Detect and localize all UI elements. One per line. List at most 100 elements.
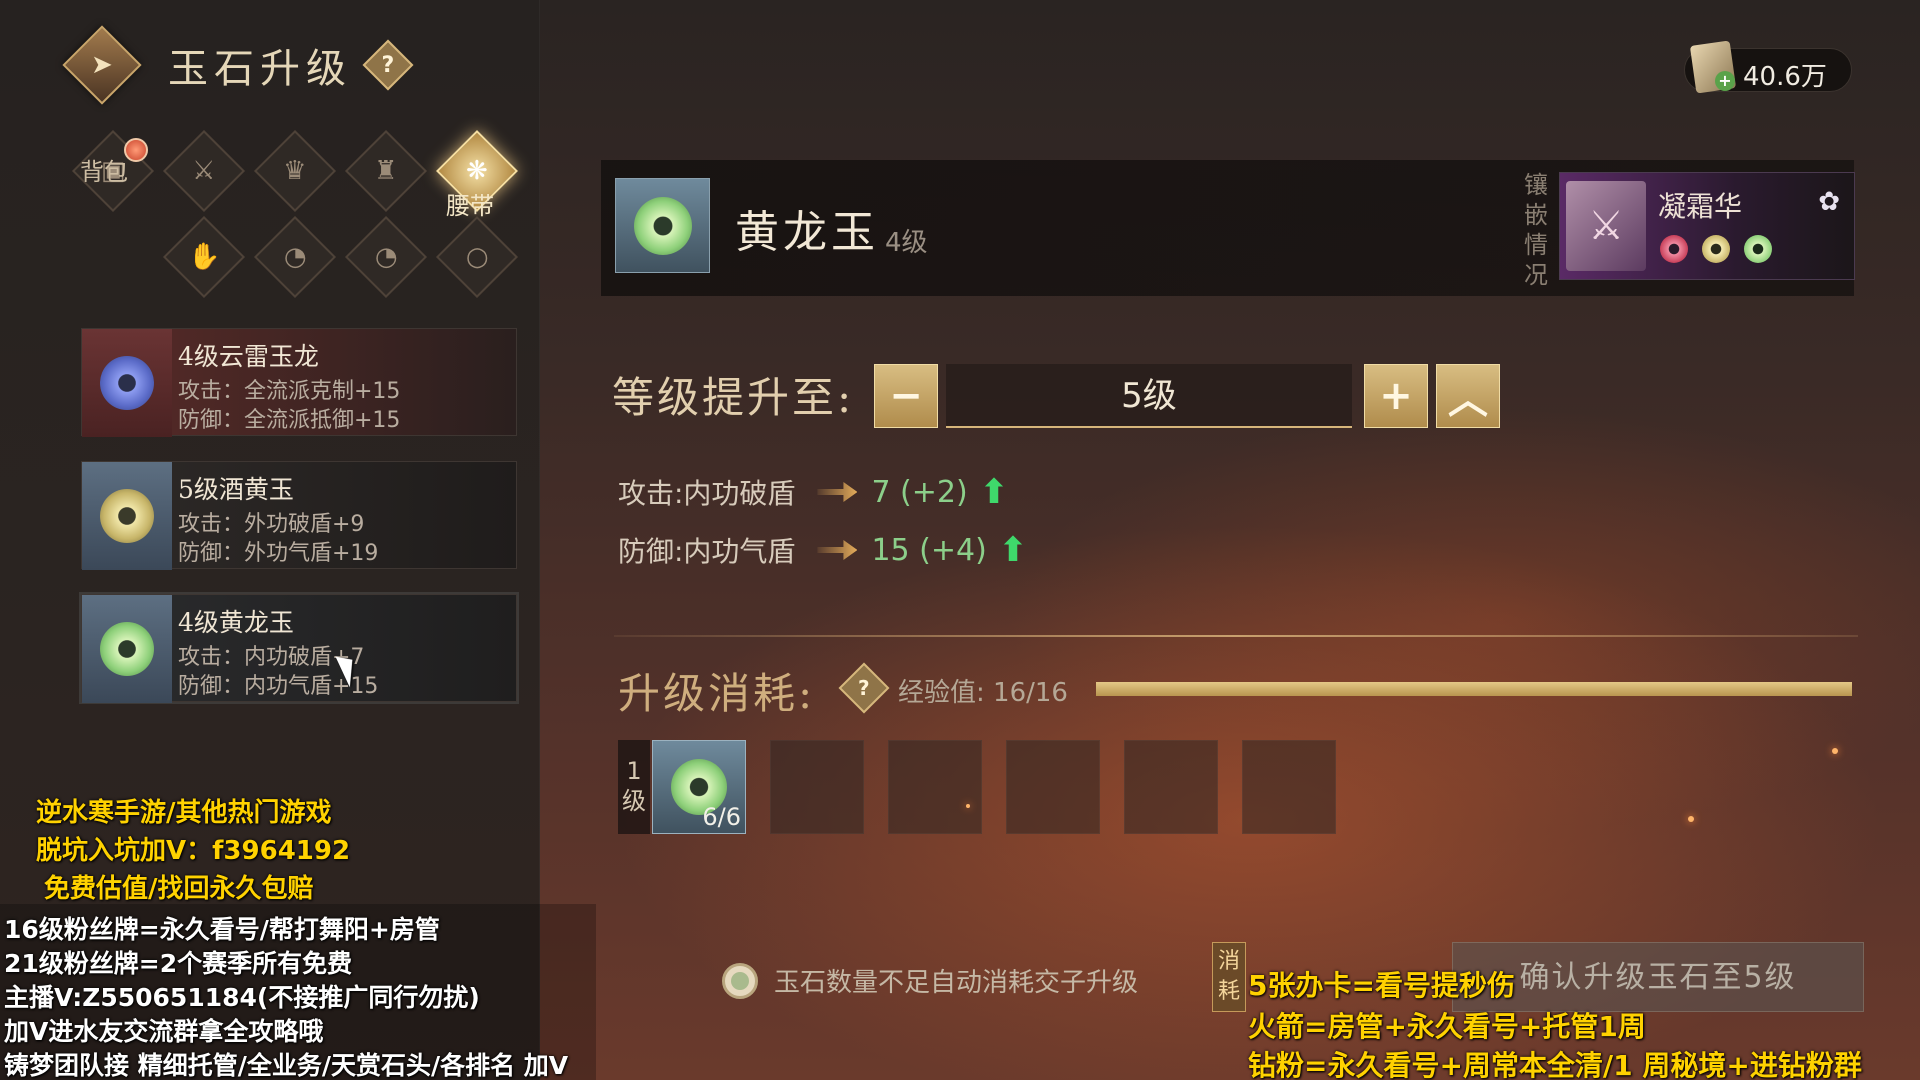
back-button[interactable]: ➤: [62, 25, 142, 105]
help-icon: ?: [381, 52, 395, 78]
minus-icon: −: [889, 373, 923, 419]
empty-material-slot[interactable]: [1006, 740, 1100, 834]
arrow-up-icon: ⬆: [998, 530, 1028, 570]
jade-name: 4级云雷玉龙: [178, 342, 319, 371]
stream-overlay-line: 21级粉丝牌=2个赛季所有免费: [4, 949, 353, 978]
helmet-icon: ♛: [283, 156, 307, 186]
material-count: 6/6: [702, 803, 741, 831]
slot-weapon[interactable]: ⚔: [162, 129, 246, 213]
arrow-up-icon: ⬆: [979, 472, 1009, 512]
stat-row-defense: 防御:内功气盾 15 (+4) ⬆: [618, 530, 1027, 570]
stream-overlay-line: 逆水寒手游/其他热门游戏: [36, 798, 332, 828]
slot-helmet[interactable]: ♛: [253, 129, 337, 213]
cost-label: 升级消耗:: [618, 669, 816, 718]
exp-label: 经验值: 16/16: [898, 678, 1068, 708]
weapon-icon: ⚔: [1566, 181, 1646, 271]
page-title: 玉石升级: [168, 46, 352, 92]
inlay-status-label: 镶嵌情况: [1524, 171, 1548, 289]
red-gem-icon: [1660, 235, 1688, 263]
section-divider: [614, 635, 1858, 637]
help-button[interactable]: ?: [362, 39, 414, 91]
slot-armor[interactable]: ♜: [344, 129, 428, 213]
ring-icon: ◔: [374, 242, 398, 272]
belt-icon: ❋: [466, 155, 488, 186]
jade-thumbnail: [82, 462, 172, 570]
jade-list-item[interactable]: 5级酒黄玉 攻击：外功破盾+9 防御：外功气盾+19: [81, 461, 517, 570]
stat-value: 7 (+2): [871, 474, 968, 510]
ember-particle: [1688, 816, 1694, 822]
help-icon: ?: [858, 675, 870, 700]
green-gem-icon: [1744, 235, 1772, 263]
stream-overlay-line: 主播V:Z550651184(不接推广同行勿扰): [4, 983, 480, 1012]
empty-material-slot[interactable]: [770, 740, 864, 834]
exp-progress-fill: [1096, 682, 1852, 696]
auto-consume-toggle[interactable]: 玉石数量不足自动消耗交子升级: [722, 962, 1138, 999]
stream-overlay-line: 加V进水友交流群拿全攻略哦: [4, 1017, 324, 1046]
slot-belt-label: 腰带: [446, 192, 494, 220]
stat-name: 攻击:内功破盾: [618, 477, 796, 510]
selected-jade-name: 黄龙玉: [735, 207, 879, 258]
stream-overlay-line: 铸梦团队接 精细托管/全业务/天赏石头/各排名 加V: [4, 1051, 569, 1080]
slot-ring-1[interactable]: ◔: [253, 215, 337, 299]
jade-thumbnail: [82, 329, 172, 437]
jade-attack: 攻击：全流派克制+15: [178, 379, 401, 404]
radio-icon[interactable]: [722, 962, 758, 999]
decrease-level-button[interactable]: −: [874, 364, 938, 428]
slot-bag-label: 背包: [80, 158, 128, 186]
max-level-button[interactable]: ︿: [1436, 364, 1500, 428]
empty-material-slot[interactable]: [1124, 740, 1218, 834]
jade-attack: 攻击：外功破盾+9: [178, 512, 365, 537]
stat-value: 15 (+4): [871, 532, 987, 568]
chevron-up-icon: ︿: [1448, 377, 1488, 423]
yellow-gem-icon: [1702, 235, 1730, 263]
inlay-item-card[interactable]: ⚔ 凝霜华 ✿: [1559, 172, 1855, 280]
arrow-right-icon: [817, 540, 858, 560]
empty-material-slot[interactable]: [888, 740, 982, 834]
consume-tag: 消耗: [1212, 942, 1246, 1012]
arrow-right-icon: [817, 482, 858, 502]
material-tier: 1级: [618, 740, 650, 834]
stream-overlay-line: 火箭=房管+永久看号+托管1周: [1248, 1010, 1646, 1043]
empty-material-slot[interactable]: [1242, 740, 1336, 834]
necklace-icon: ○: [465, 242, 489, 272]
stream-overlay-line: 脱坑入坑加V：f3964192: [36, 836, 351, 866]
jade-name: 4级黄龙玉: [178, 608, 294, 637]
green-jade-icon: [633, 196, 692, 255]
add-currency-icon[interactable]: +: [1715, 71, 1735, 91]
plus-icon: +: [1379, 373, 1413, 419]
jade-list-item[interactable]: 4级黄龙玉 攻击：内功破盾+7 防御：内功气盾+15: [81, 594, 517, 703]
stream-overlay-line: 钻粉=永久看号+周常本全清/1 周秘境+进钻粉群: [1248, 1049, 1862, 1080]
inlay-gems: [1660, 235, 1772, 263]
jade-thumbnail: [82, 595, 172, 703]
lotus-icon: ✿: [1818, 187, 1840, 217]
currency-display[interactable]: + 40.6万: [1684, 40, 1852, 94]
yellow-jade-icon: [100, 489, 154, 543]
inlay-item-name: 凝霜华: [1658, 190, 1743, 223]
auto-consume-label: 玉石数量不足自动消耗交子升级: [774, 968, 1139, 998]
selected-jade-header: 黄龙玉 4级 镶嵌情况 ⚔ 凝霜华 ✿: [601, 160, 1855, 296]
currency-value: 40.6万: [1743, 62, 1827, 92]
armor-icon: ♜: [374, 156, 398, 186]
glove-icon: ✋: [187, 242, 221, 272]
slot-necklace[interactable]: ○: [435, 215, 519, 299]
blue-jade-icon: [100, 356, 154, 410]
title-bar: ➤ 玉石升级 ?: [62, 25, 414, 105]
stream-overlay-line: 5张办卡=看号提秒伤: [1248, 969, 1515, 1002]
stat-name: 防御:内功气盾: [618, 535, 796, 568]
material-slot[interactable]: 6/6: [652, 740, 746, 834]
jade-list-item[interactable]: 4级云雷玉龙 攻击：全流派克制+15 防御：全流派抵御+15: [81, 328, 517, 437]
cost-help-button[interactable]: ?: [838, 662, 890, 714]
ember-particle: [1832, 748, 1838, 754]
game-screen: ➤ 玉石升级 ? ▣ 背包 ⚔ ♛ ♜ ❋ 腰带 ✋ ◔ ◔ ○ 4级云雷玉龙 …: [0, 0, 1920, 1080]
level-up-label: 等级提升至:: [612, 373, 855, 422]
sword-icon: ⚔: [192, 156, 216, 186]
back-icon: ➤: [91, 49, 113, 80]
slot-glove[interactable]: ✋: [162, 215, 246, 299]
slot-ring-2[interactable]: ◔: [344, 215, 428, 299]
stream-overlay-line: 16级粉丝牌=永久看号/帮打舞阳+房管: [4, 915, 440, 944]
jade-name: 5级酒黄玉: [178, 475, 294, 504]
jade-defense: 防御：外功气盾+19: [178, 541, 379, 566]
green-jade-icon: [100, 622, 154, 676]
increase-level-button[interactable]: +: [1364, 364, 1428, 428]
stat-row-attack: 攻击:内功破盾 7 (+2) ⬆: [618, 472, 1008, 512]
